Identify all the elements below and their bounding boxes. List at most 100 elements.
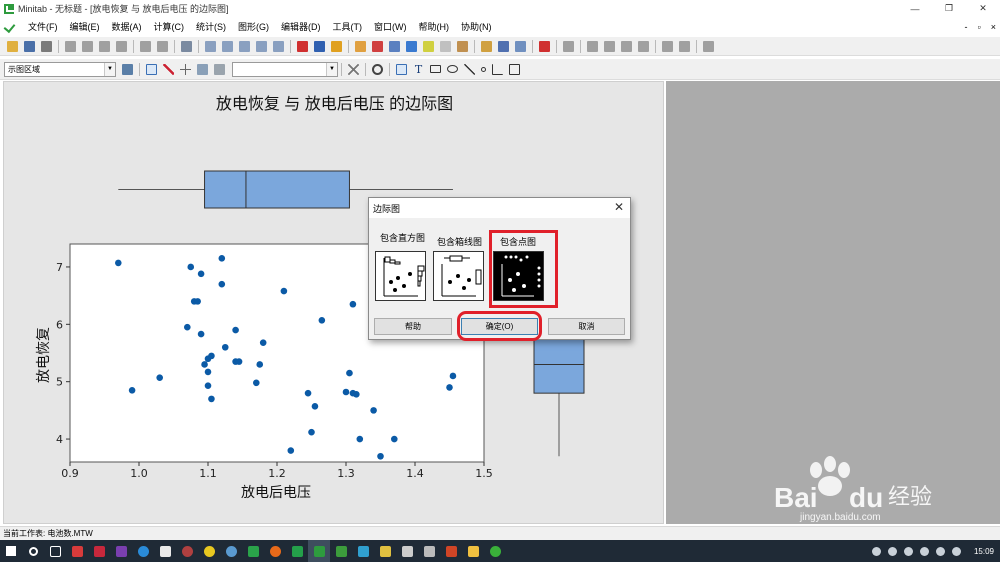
- help-button[interactable]: 帮助: [374, 318, 452, 335]
- restore-button[interactable]: ❐: [932, 0, 966, 17]
- toolbar-button-icon[interactable]: [355, 40, 366, 52]
- polygon-icon[interactable]: [509, 63, 520, 75]
- taskbar-app[interactable]: [220, 540, 242, 562]
- minimize-button[interactable]: —: [898, 0, 932, 17]
- chevron-down-icon[interactable]: ▼: [326, 62, 337, 76]
- histogram-option-thumbnail[interactable]: [375, 251, 426, 301]
- mdi-minimize-button[interactable]: -: [965, 22, 968, 32]
- toolbar-button-icon[interactable]: [372, 40, 383, 52]
- taskbar-app[interactable]: [374, 540, 396, 562]
- taskbar-app[interactable]: [484, 540, 506, 562]
- mdi-close-button[interactable]: ×: [991, 22, 996, 32]
- toolbar-button-icon[interactable]: [481, 40, 492, 52]
- zoom-icon[interactable]: [214, 63, 225, 75]
- brush-select-icon[interactable]: [122, 63, 133, 75]
- taskbar-app[interactable]: [132, 540, 154, 562]
- menu-file[interactable]: 文件(F): [22, 20, 64, 33]
- ellipse-icon[interactable]: [447, 65, 458, 73]
- toolbar-button-icon[interactable]: [205, 40, 216, 52]
- volume-icon[interactable]: [935, 546, 945, 556]
- toolbar-button-icon[interactable]: [256, 40, 267, 52]
- toolbar-button-icon[interactable]: [515, 40, 526, 52]
- toolbar-button-icon[interactable]: [7, 40, 18, 52]
- taskbar-app[interactable]: [418, 540, 440, 562]
- taskbar-app[interactable]: [286, 540, 308, 562]
- tray-icon[interactable]: [903, 546, 913, 556]
- toolbar-button-icon[interactable]: [563, 40, 574, 52]
- taskbar-app[interactable]: [242, 540, 264, 562]
- menu-assist[interactable]: 协助(N): [455, 20, 498, 33]
- line-icon[interactable]: [464, 63, 475, 75]
- toolbar-button-icon[interactable]: [539, 40, 550, 52]
- toolbar-button-icon[interactable]: [621, 40, 632, 52]
- crosshair-icon[interactable]: [180, 63, 191, 75]
- rectangle-icon[interactable]: [430, 65, 441, 73]
- toolbar-button-icon[interactable]: [99, 40, 110, 52]
- toolbar-button-icon[interactable]: [587, 40, 598, 52]
- clock[interactable]: 15:09: [974, 547, 994, 556]
- close-button[interactable]: ✕: [966, 0, 1000, 17]
- select-arrow-icon[interactable]: [146, 63, 157, 75]
- toolbar-button-icon[interactable]: [157, 40, 168, 52]
- taskbar-app[interactable]: [88, 540, 110, 562]
- taskbar-app[interactable]: [198, 540, 220, 562]
- toolbar-button-icon[interactable]: [65, 40, 76, 52]
- marker-icon[interactable]: [481, 66, 486, 72]
- flag-icon[interactable]: [197, 63, 208, 75]
- boxplot-option-thumbnail[interactable]: [433, 251, 484, 301]
- taskbar-app[interactable]: [352, 540, 374, 562]
- ime-icon[interactable]: [951, 546, 961, 556]
- taskbar-app[interactable]: [396, 540, 418, 562]
- toolbar-button-icon[interactable]: [440, 40, 451, 52]
- toolbar-button-icon[interactable]: [679, 40, 690, 52]
- taskbar-app[interactable]: [176, 540, 198, 562]
- taskbar-app[interactable]: [330, 540, 352, 562]
- toolbar-button-icon[interactable]: [423, 40, 434, 52]
- toolbar-button-icon[interactable]: [239, 40, 250, 52]
- menu-window[interactable]: 窗口(W): [368, 20, 413, 33]
- menu-help[interactable]: 帮助(H): [413, 20, 456, 33]
- search-taskbar-button[interactable]: [22, 540, 44, 562]
- mdi-restore-button[interactable]: ▫: [978, 22, 981, 32]
- taskbar-app[interactable]: [154, 540, 176, 562]
- menu-graph[interactable]: 图形(G): [232, 20, 275, 33]
- taskbar-app[interactable]: [264, 540, 286, 562]
- start-button[interactable]: [0, 540, 22, 562]
- search-icon[interactable]: [372, 63, 383, 75]
- taskbar-app[interactable]: [110, 540, 132, 562]
- toolbar-button-icon[interactable]: [297, 40, 308, 52]
- toolbar-button-icon[interactable]: [222, 40, 233, 52]
- menu-stat[interactable]: 统计(S): [190, 20, 232, 33]
- menu-editor[interactable]: 编辑器(D): [275, 20, 327, 33]
- toolbar-button-icon[interactable]: [181, 40, 192, 52]
- toolbar-button-icon[interactable]: [498, 40, 509, 52]
- menu-calc[interactable]: 计算(C): [148, 20, 191, 33]
- text-tool-icon[interactable]: T: [413, 64, 424, 75]
- text-combo[interactable]: ▼: [232, 61, 338, 77]
- toolbar-button-icon[interactable]: [662, 40, 673, 52]
- region-combo[interactable]: 示图区域 ▼: [4, 61, 116, 77]
- taskbar-minitab[interactable]: [308, 540, 330, 562]
- tray-icon[interactable]: [919, 546, 929, 556]
- tray-icon[interactable]: [887, 546, 897, 556]
- toolbar-button-icon[interactable]: [116, 40, 127, 52]
- taskbar-app[interactable]: [462, 540, 484, 562]
- delete-x-icon[interactable]: [348, 63, 359, 75]
- close-icon[interactable]: ✕: [614, 200, 624, 214]
- toolbar-button-icon[interactable]: [406, 40, 417, 52]
- toolbar-button-icon[interactable]: [82, 40, 93, 52]
- taskbar-app[interactable]: [66, 540, 88, 562]
- toolbar-button-icon[interactable]: [457, 40, 468, 52]
- brush-icon[interactable]: [163, 63, 174, 75]
- toolbar-button-icon[interactable]: [24, 40, 35, 52]
- polyline-icon[interactable]: [492, 63, 503, 75]
- wifi-icon[interactable]: [871, 546, 881, 556]
- toolbar-button-icon[interactable]: [273, 40, 284, 52]
- toolbar-button-icon[interactable]: [331, 40, 342, 52]
- toolbar-button-icon[interactable]: [314, 40, 325, 52]
- annotation-select-icon[interactable]: [396, 63, 407, 75]
- task-view-button[interactable]: [44, 540, 66, 562]
- cancel-button[interactable]: 取消: [548, 318, 625, 335]
- chevron-down-icon[interactable]: ▼: [104, 62, 115, 76]
- toolbar-button-icon[interactable]: [604, 40, 615, 52]
